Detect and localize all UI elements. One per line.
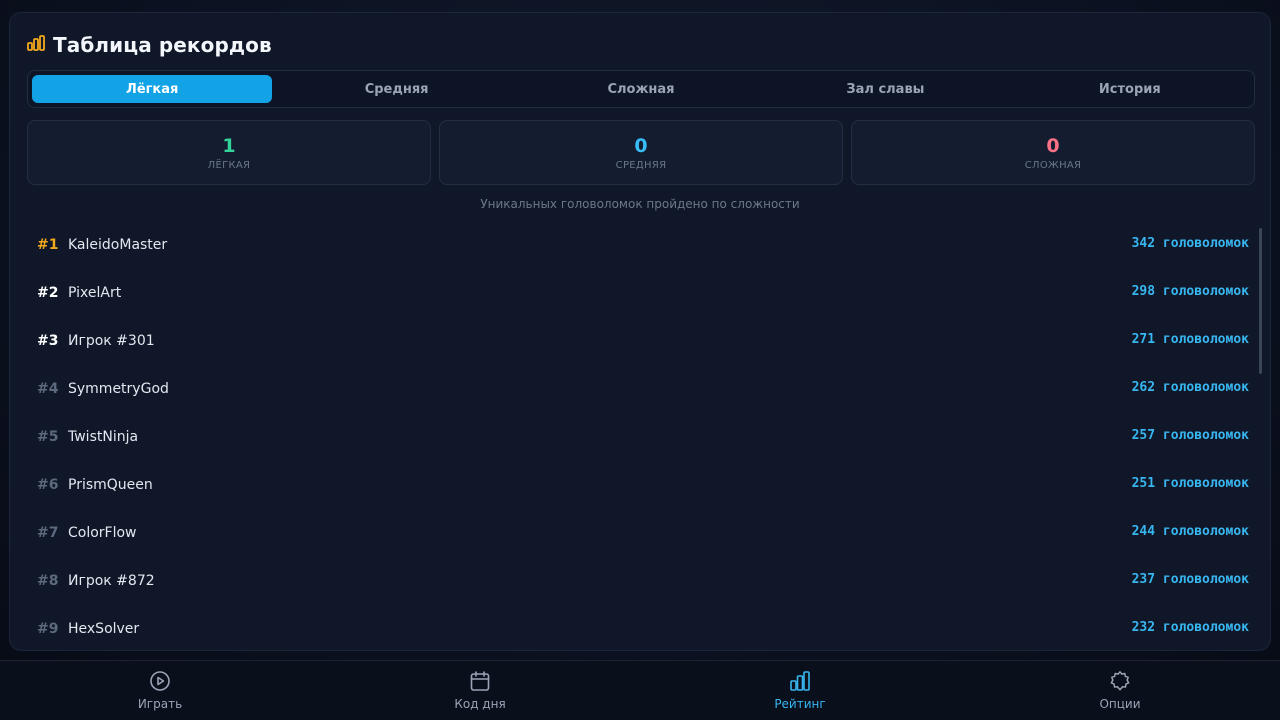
tab-hall-of-fame[interactable]: Зал славы bbox=[765, 75, 1005, 103]
leaderboard-list[interactable]: #1 KaleidoMaster 342 головоломок #2 Pixe… bbox=[27, 221, 1249, 650]
rank-label: #1 bbox=[37, 237, 59, 253]
stat-value: 0 bbox=[634, 134, 648, 157]
player-name: Игрок #872 bbox=[68, 573, 155, 589]
player-name: KaleidoMaster bbox=[68, 237, 168, 253]
rank-label: #3 bbox=[37, 333, 59, 349]
player-score: 257 головоломок bbox=[1131, 427, 1249, 443]
player-name: PixelArt bbox=[68, 285, 122, 301]
nav-label: Рейтинг bbox=[774, 697, 826, 711]
list-item: #8 Игрок #872 237 головоломок bbox=[27, 557, 1249, 605]
bar-chart-icon bbox=[27, 35, 45, 55]
list-item: #5 TwistNinja 257 головоломок bbox=[27, 413, 1249, 461]
list-item: #3 Игрок #301 271 головоломок bbox=[27, 317, 1249, 365]
play-circle-icon bbox=[149, 670, 171, 692]
player-score: 262 головоломок bbox=[1131, 379, 1249, 395]
leaderboard-panel: Таблица рекордов Лёгкая Средняя Сложная … bbox=[9, 12, 1271, 651]
rank-label: #6 bbox=[37, 477, 59, 493]
stats-caption: Уникальных головоломок пройдено по сложн… bbox=[480, 197, 800, 211]
player-score: 271 головоломок bbox=[1131, 331, 1249, 347]
rank-label: #5 bbox=[37, 429, 59, 445]
player-name: Игрок #301 bbox=[68, 333, 155, 349]
gear-icon bbox=[1109, 670, 1131, 692]
player-score: 244 головоломок bbox=[1131, 523, 1249, 539]
rank-label: #4 bbox=[37, 381, 59, 397]
nav-label: Опции bbox=[1099, 697, 1141, 711]
tab-hard[interactable]: Сложная bbox=[521, 75, 761, 103]
rank-label: #2 bbox=[37, 285, 59, 301]
stat-card-medium: 0 СРЕДНЯЯ bbox=[439, 120, 843, 185]
nav-daily-code[interactable]: Код дня bbox=[320, 661, 640, 720]
player-name: PrismQueen bbox=[68, 477, 153, 493]
player-name: ColorFlow bbox=[68, 525, 137, 541]
stat-value: 0 bbox=[1046, 134, 1060, 157]
nav-options[interactable]: Опции bbox=[960, 661, 1280, 720]
rank-label: #8 bbox=[37, 573, 59, 589]
player-name: SymmetryGod bbox=[68, 381, 169, 397]
player-name: TwistNinja bbox=[68, 429, 139, 445]
rank-label: #9 bbox=[37, 621, 59, 637]
list-item: #9 HexSolver 232 головоломок bbox=[27, 605, 1249, 650]
nav-rating[interactable]: Рейтинг bbox=[640, 661, 960, 720]
stat-card-hard: 0 СЛОЖНАЯ bbox=[851, 120, 1255, 185]
stats-row: 1 ЛЁГКАЯ 0 СРЕДНЯЯ 0 СЛОЖНАЯ bbox=[27, 120, 1255, 185]
nav-label: Код дня bbox=[454, 697, 506, 711]
stat-value: 1 bbox=[222, 134, 236, 157]
tab-history[interactable]: История bbox=[1010, 75, 1250, 103]
list-item: #1 KaleidoMaster 342 головоломок bbox=[27, 221, 1249, 269]
panel-header: Таблица рекордов bbox=[27, 31, 272, 59]
rank-label: #7 bbox=[37, 525, 59, 541]
player-name: HexSolver bbox=[68, 621, 140, 637]
stat-card-easy: 1 ЛЁГКАЯ bbox=[27, 120, 431, 185]
list-item: #6 PrismQueen 251 головоломок bbox=[27, 461, 1249, 509]
player-score: 251 головоломок bbox=[1131, 475, 1249, 491]
player-score: 342 головоломок bbox=[1131, 235, 1249, 251]
list-scrollbar[interactable] bbox=[1259, 228, 1262, 374]
page-title: Таблица рекордов bbox=[53, 33, 272, 57]
stat-label: ЛЁГКАЯ bbox=[207, 159, 251, 171]
list-item: #2 PixelArt 298 головоломок bbox=[27, 269, 1249, 317]
list-item: #7 ColorFlow 244 головоломок bbox=[27, 509, 1249, 557]
bottom-navigation: Играть Код дня Рейтинг Опции bbox=[0, 660, 1280, 720]
player-score: 237 головоломок bbox=[1131, 571, 1249, 587]
tab-easy[interactable]: Лёгкая bbox=[32, 75, 273, 103]
list-item: #4 SymmetryGod 262 головоломок bbox=[27, 365, 1249, 413]
player-score: 232 головоломок bbox=[1131, 619, 1249, 635]
tab-medium[interactable]: Средняя bbox=[276, 75, 516, 103]
stat-label: СЛОЖНАЯ bbox=[1024, 159, 1082, 171]
stat-label: СРЕДНЯЯ bbox=[615, 159, 667, 171]
bar-chart-icon bbox=[789, 670, 811, 692]
nav-label: Играть bbox=[137, 697, 183, 711]
difficulty-tabs: Лёгкая Средняя Сложная Зал славы История bbox=[27, 70, 1255, 108]
calendar-icon bbox=[469, 670, 491, 692]
player-score: 298 головоломок bbox=[1131, 283, 1249, 299]
nav-play[interactable]: Играть bbox=[0, 661, 320, 720]
